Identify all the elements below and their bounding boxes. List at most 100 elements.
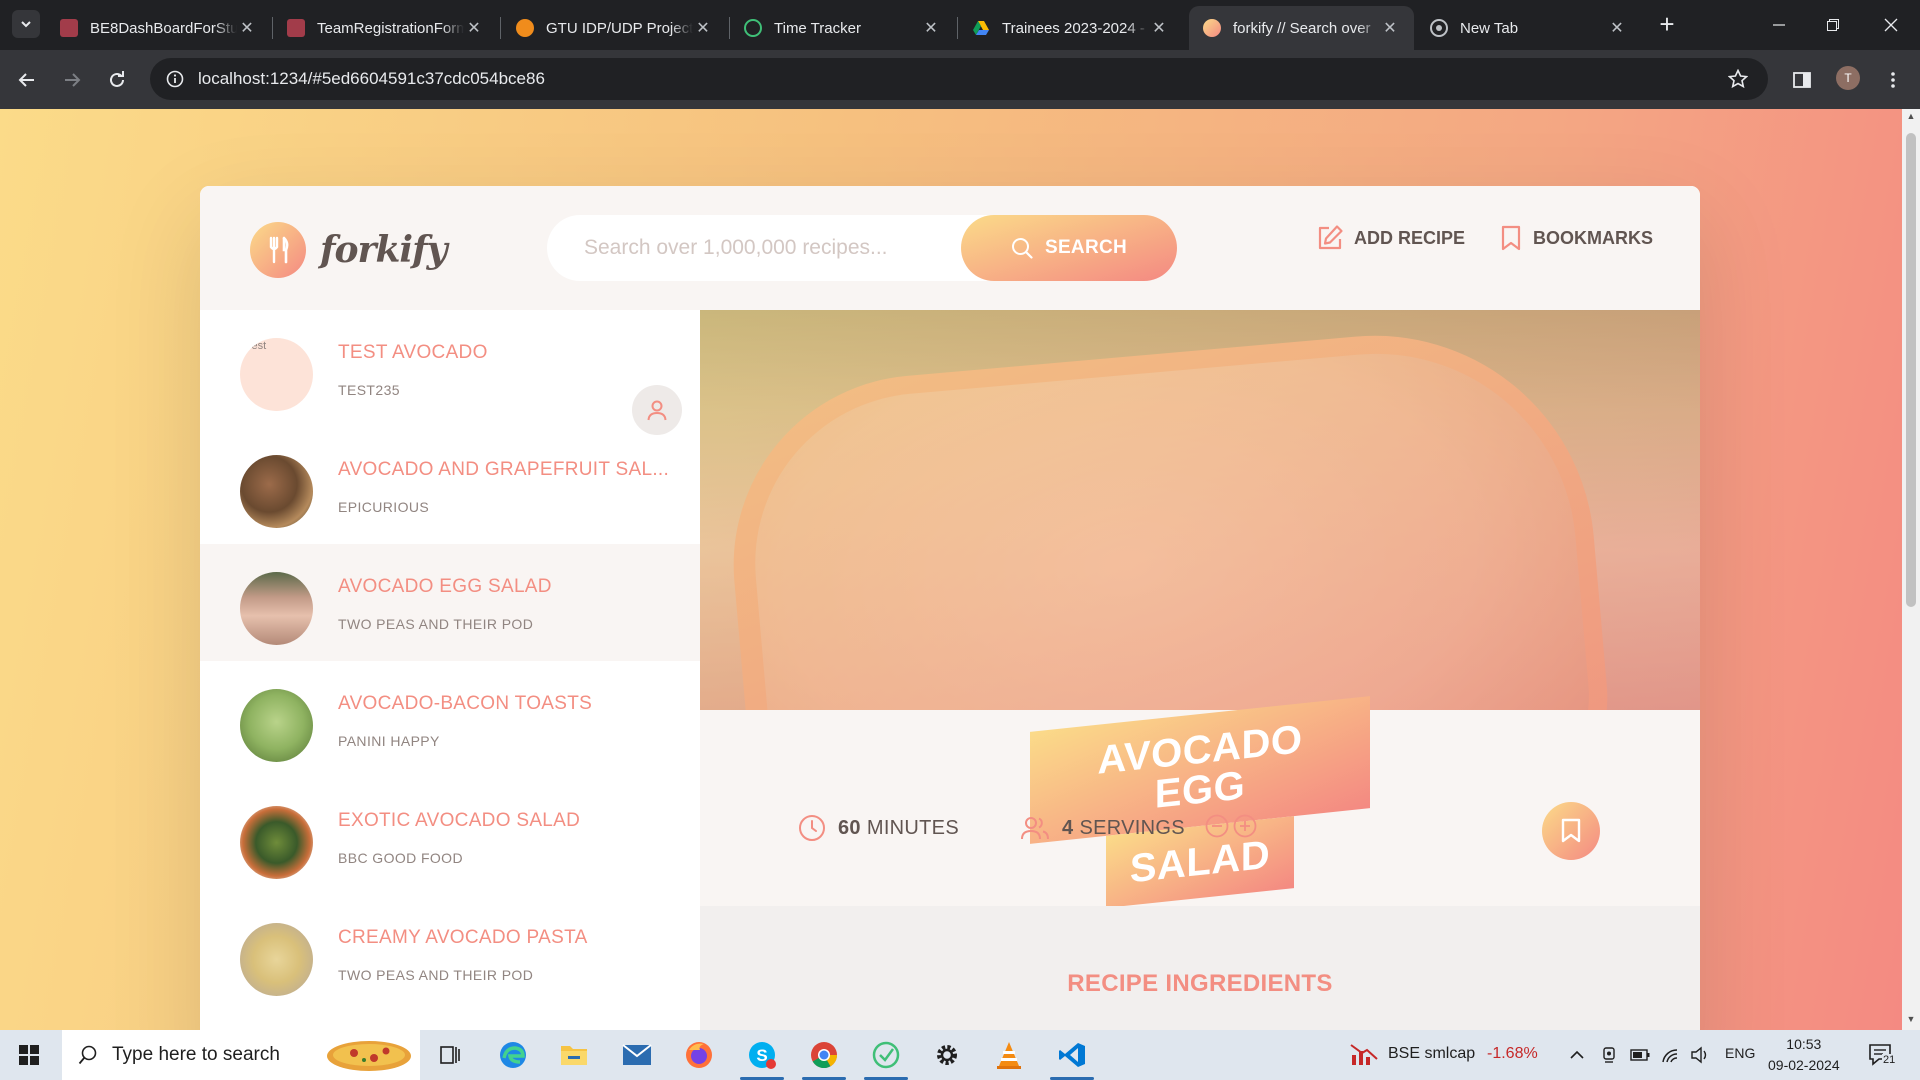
tab-title: New Tab xyxy=(1460,19,1519,37)
result-item-active[interactable]: AVOCADO EGG SALAD TWO PEAS AND THEIR POD xyxy=(200,544,700,661)
side-panel-button[interactable] xyxy=(1786,64,1818,96)
task-view-button[interactable] xyxy=(433,1038,467,1072)
servings-value: 4 xyxy=(1062,816,1074,839)
profile-avatar[interactable]: T xyxy=(1836,66,1860,90)
edge-app[interactable] xyxy=(496,1038,530,1072)
mail-app[interactable] xyxy=(620,1038,654,1072)
result-item[interactable]: AVOCADO AND GRAPEFRUIT SAL... EPICURIOUS xyxy=(200,427,700,544)
notifications-button[interactable]: 21 xyxy=(1864,1038,1898,1072)
url-text: localhost:1234/#5ed6604591c37cdc054bce86 xyxy=(198,69,545,88)
notification-count: 21 xyxy=(1882,1054,1897,1066)
volume-indicator[interactable] xyxy=(1688,1038,1712,1072)
recipe-thumbnail xyxy=(240,455,313,528)
close-icon[interactable]: ✕ xyxy=(237,18,257,38)
skype-app[interactable]: S xyxy=(745,1038,779,1072)
close-icon[interactable]: ✕ xyxy=(1380,18,1400,38)
chevron-up-icon xyxy=(1570,1050,1584,1059)
browser-tab[interactable]: TeamRegistrationForm ✕ xyxy=(273,6,498,50)
tab-separator xyxy=(500,17,501,39)
scrollbar-thumb[interactable] xyxy=(1906,133,1916,607)
firefox-app[interactable] xyxy=(682,1038,716,1072)
result-item[interactable]: EXOTIC AVOCADO SALAD BBC GOOD FOOD xyxy=(200,778,700,895)
vscode-app[interactable] xyxy=(1055,1038,1089,1072)
stock-widget[interactable] xyxy=(1347,1038,1381,1072)
decrease-servings-button[interactable] xyxy=(1205,814,1229,838)
close-icon[interactable]: ✕ xyxy=(921,18,941,38)
show-hidden-icons-button[interactable] xyxy=(1565,1038,1589,1072)
file-explorer-app[interactable] xyxy=(557,1038,591,1072)
close-icon[interactable]: ✕ xyxy=(1607,18,1627,38)
menu-button[interactable] xyxy=(1877,64,1909,96)
input-language[interactable]: ENG xyxy=(1725,1045,1755,1061)
browser-tab[interactable]: New Tab ✕ xyxy=(1416,6,1641,50)
battery-indicator[interactable] xyxy=(1628,1038,1652,1072)
vlc-app[interactable] xyxy=(992,1038,1026,1072)
close-icon[interactable]: ✕ xyxy=(693,18,713,38)
browser-tab[interactable]: Time Tracker ✕ xyxy=(730,6,955,50)
scroll-up-icon[interactable]: ▲ xyxy=(1902,111,1920,127)
reload-icon xyxy=(110,71,124,87)
browser-tab-active[interactable]: forkify // Search over ✕ xyxy=(1189,6,1414,50)
clock-date: 09-02-2024 xyxy=(1768,1057,1840,1073)
increase-servings-button[interactable] xyxy=(1233,814,1257,838)
gtu-favicon-icon xyxy=(516,19,534,37)
chrome-app[interactable] xyxy=(807,1038,841,1072)
taskbar-search[interactable]: Type here to search xyxy=(62,1030,420,1080)
close-window-button[interactable] xyxy=(1868,8,1914,42)
system-clock[interactable]: 10:53 09-02-2024 xyxy=(1768,1034,1840,1076)
new-tab-button[interactable]: + xyxy=(1652,10,1682,40)
page-scrollbar[interactable]: ▲ ▼ xyxy=(1902,109,1920,1030)
meet-now-button[interactable] xyxy=(1598,1038,1622,1072)
time-tracker-app[interactable] xyxy=(869,1038,903,1072)
result-item[interactable]: CREAMY AVOCADO PASTA TWO PEAS AND THEIR … xyxy=(200,895,700,1012)
scroll-down-icon[interactable]: ▼ xyxy=(1902,1014,1920,1030)
tab-title: TeamRegistrationForm xyxy=(317,19,464,37)
tab-title: forkify // Search over xyxy=(1233,19,1371,37)
search-input[interactable] xyxy=(547,236,957,260)
settings-app[interactable] xyxy=(930,1038,964,1072)
recipe-view: AVOCADO EGG SALAD 60 MINUTES 4 SERVINGS xyxy=(700,310,1700,1030)
tab-title: BE8DashBoardForStudents xyxy=(90,19,237,37)
chrome-icon xyxy=(1430,19,1448,37)
network-indicator[interactable] xyxy=(1658,1038,1682,1072)
restore-icon xyxy=(1827,19,1839,31)
search-icon xyxy=(78,1045,97,1065)
time-tracker-icon xyxy=(872,1041,900,1069)
search-button[interactable]: SEARCH xyxy=(961,215,1177,281)
reload-button[interactable] xyxy=(101,64,133,96)
battery-icon xyxy=(1630,1049,1650,1061)
forward-button[interactable] xyxy=(56,64,88,96)
restore-button[interactable] xyxy=(1810,8,1856,42)
tab-title: Trainees 2023-2024 - xyxy=(1002,19,1145,37)
bookmarks-button[interactable]: BOOKMARKS xyxy=(1499,224,1653,252)
search-icon xyxy=(1011,238,1033,259)
recipe-thumbnail xyxy=(240,572,313,645)
bookmark-recipe-button[interactable] xyxy=(1542,802,1600,860)
minimize-button[interactable] xyxy=(1756,8,1802,42)
cooking-time: 60 MINUTES xyxy=(798,814,959,842)
close-icon[interactable]: ✕ xyxy=(1149,18,1169,38)
browser-tab[interactable]: GTU IDP/UDP Project ✕ xyxy=(502,6,727,50)
start-button[interactable] xyxy=(12,1038,46,1072)
recipe-thumbnail xyxy=(240,806,313,879)
result-item[interactable]: Test TEST AVOCADO TEST235 xyxy=(200,310,700,435)
servings-unit: SERVINGS xyxy=(1079,816,1185,839)
close-icon[interactable]: ✕ xyxy=(464,18,484,38)
tab-search-button[interactable] xyxy=(12,10,40,38)
browser-tab[interactable]: Trainees 2023-2024 - ✕ xyxy=(958,6,1183,50)
site-info-icon[interactable] xyxy=(166,70,184,88)
cooking-time-value: 60 xyxy=(838,816,861,839)
add-recipe-button[interactable]: ADD RECIPE xyxy=(1316,224,1465,252)
bookmarks-label: BOOKMARKS xyxy=(1533,227,1653,248)
stock-name: BSE smlcap xyxy=(1388,1045,1476,1062)
chevron-down-icon xyxy=(21,21,31,28)
form-favicon-icon xyxy=(287,19,305,37)
star-icon[interactable] xyxy=(1728,69,1748,89)
logo[interactable]: forkify xyxy=(250,222,447,278)
result-item[interactable]: AVOCADO-BACON TOASTS PANINI HAPPY xyxy=(200,661,700,778)
back-button[interactable] xyxy=(11,64,43,96)
recipe-image xyxy=(700,310,1700,710)
address-bar[interactable]: localhost:1234/#5ed6604591c37cdc054bce86 xyxy=(150,58,1768,100)
search-results: Test TEST AVOCADO TEST235 AVOCADO AND GR… xyxy=(200,310,700,1030)
browser-tab[interactable]: BE8DashBoardForStudents ✕ xyxy=(46,6,271,50)
